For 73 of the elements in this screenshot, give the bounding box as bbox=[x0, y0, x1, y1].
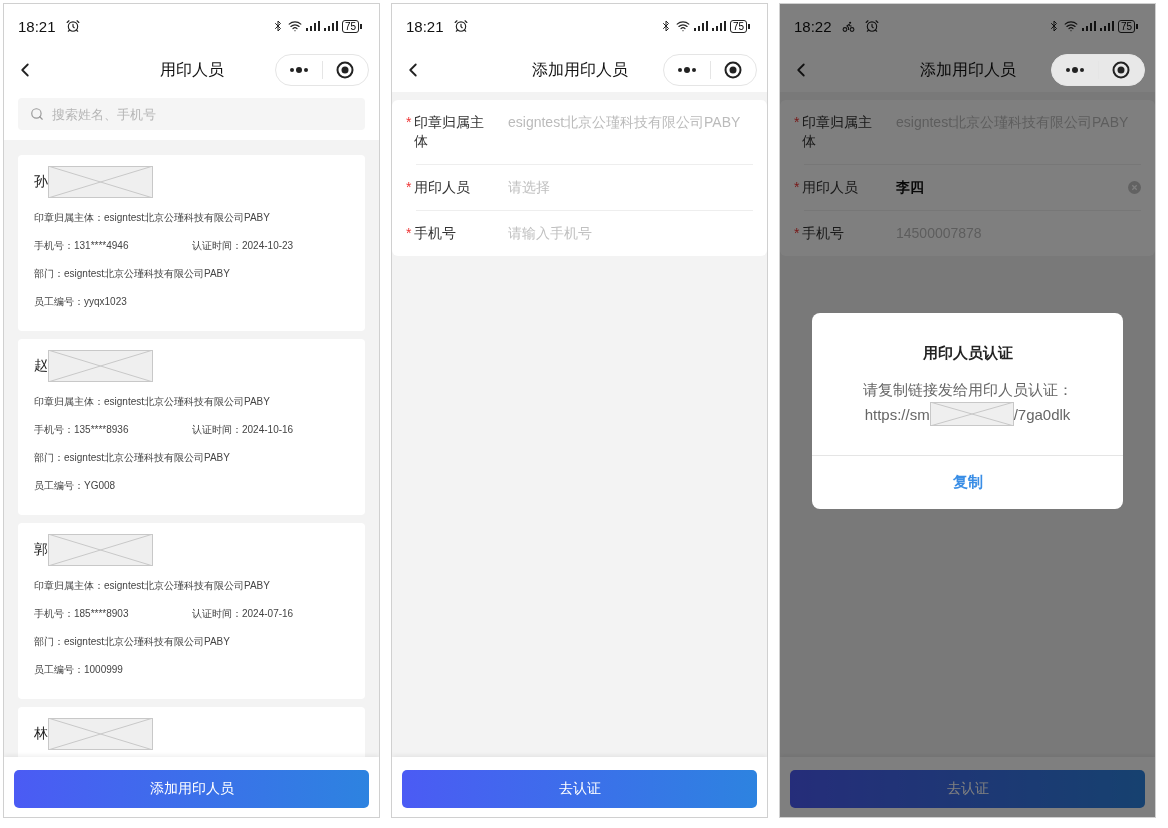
dialog-message: 请复制链接发给用印人员认证： bbox=[862, 381, 1073, 400]
search-icon bbox=[30, 107, 44, 121]
primary-button[interactable]: 去认证 bbox=[402, 770, 757, 808]
wifi-icon bbox=[1063, 19, 1078, 33]
person-card[interactable]: 孙 印章归属主体：esigntest北京公瑾科技有限公司PABY 手机号：131****4946 认证时间：2024-10-23 部门：esigntest北京公瑾科技有限公司PABY 员工编号：yyqx1023 bbox=[18, 155, 365, 331]
required-mark: * bbox=[406, 224, 412, 243]
required-mark: * bbox=[794, 178, 800, 197]
alarm-icon bbox=[65, 19, 80, 33]
field-label: 印章归属主体 bbox=[414, 113, 486, 151]
more-icon[interactable] bbox=[676, 67, 697, 73]
signal-icon bbox=[323, 21, 338, 31]
more-icon[interactable] bbox=[288, 67, 309, 73]
page-title: 用印人员 bbox=[159, 59, 224, 80]
battery-level: 75 bbox=[341, 19, 359, 33]
department: 部门：esigntest北京公瑾科技有限公司PABY bbox=[34, 635, 230, 649]
person-card[interactable]: 郭 印章归属主体：esigntest北京公瑾科技有限公司PABY 手机号：185****8903 认证时间：2024-07-16 部门：esigntest北京公瑾科技有限公司PABY 员工编号：1000999 bbox=[18, 523, 365, 699]
certified-date: 认证时间：2024-10-16 bbox=[192, 423, 294, 437]
seal-entity: 印章归属主体：esigntest北京公瑾科技有限公司PABY bbox=[34, 211, 270, 225]
seal-entity: 印章归属主体：esigntest北京公瑾科技有限公司PABY bbox=[34, 579, 270, 593]
wifi-icon bbox=[287, 19, 302, 33]
person-name: 赵 bbox=[34, 357, 48, 375]
employee-number: 员工编号：yyqx1023 bbox=[34, 295, 127, 309]
person-name: 孙 bbox=[34, 173, 48, 191]
dialog-title: 用印人员认证 bbox=[922, 344, 1013, 363]
employee-number: 员工编号：1000999 bbox=[34, 663, 123, 677]
status-time: 18:22 bbox=[794, 17, 832, 35]
required-mark: * bbox=[794, 224, 800, 243]
field-label: 用印人员 bbox=[414, 178, 471, 197]
required-mark: * bbox=[406, 178, 412, 197]
alarm-icon bbox=[864, 19, 879, 33]
field-label: 印章归属主体 bbox=[802, 113, 874, 151]
signal-icon bbox=[1099, 21, 1114, 31]
field-label: 手机号 bbox=[414, 224, 457, 243]
seal-entity: 印章归属主体：esigntest北京公瑾科技有限公司PABY bbox=[34, 395, 270, 409]
field-label: 用印人员 bbox=[802, 178, 859, 197]
person-card[interactable]: 林 bbox=[18, 707, 365, 757]
department: 部门：esigntest北京公瑾科技有限公司PABY bbox=[34, 451, 230, 465]
field-value[interactable]: 李四 bbox=[882, 178, 1128, 197]
wifi-icon bbox=[675, 19, 690, 33]
required-mark: * bbox=[794, 113, 800, 132]
primary-button[interactable]: 去认证 bbox=[790, 770, 1145, 808]
link-text: https://sm bbox=[864, 405, 930, 423]
primary-button[interactable]: 添加用印人员 bbox=[14, 770, 369, 808]
signal-icon bbox=[711, 21, 726, 31]
certified-date: 认证时间：2024-10-23 bbox=[192, 239, 294, 253]
more-icon[interactable] bbox=[1064, 67, 1085, 73]
page-title: 添加用印人员 bbox=[919, 59, 1016, 80]
status-time: 18:21 bbox=[18, 17, 56, 35]
battery-level: 75 bbox=[729, 19, 747, 33]
field-label: 手机号 bbox=[802, 224, 845, 243]
phone-number: 手机号：131****4946 bbox=[34, 239, 130, 253]
phone-number: 手机号：135****8936 bbox=[34, 423, 130, 437]
battery-level: 75 bbox=[1117, 19, 1135, 33]
certified-date: 认证时间：2024-07-16 bbox=[192, 607, 294, 621]
signal-icon bbox=[1081, 21, 1096, 31]
signal-icon bbox=[305, 21, 320, 31]
required-mark: * bbox=[406, 113, 412, 132]
input-field[interactable]: 请输入手机号 bbox=[508, 224, 753, 243]
alarm-icon bbox=[453, 19, 468, 33]
link-text: /7ga0dlk bbox=[1013, 405, 1071, 423]
status-time: 18:21 bbox=[406, 17, 444, 35]
person-name: 林 bbox=[34, 725, 48, 743]
person-card[interactable]: 赵 印章归属主体：esigntest北京公瑾科技有限公司PABY 手机号：135****8936 认证时间：2024-10-16 部门：esigntest北京公瑾科技有限公司PABY 员工编号：YG008 bbox=[18, 339, 365, 515]
employee-number: 员工编号：YG008 bbox=[34, 479, 116, 493]
input-field[interactable]: 请选择 bbox=[508, 178, 753, 197]
copy-button[interactable]: 复制 bbox=[812, 455, 1123, 509]
page-title: 添加用印人员 bbox=[531, 59, 628, 80]
person-name: 郭 bbox=[34, 541, 48, 559]
department: 部门：esigntest北京公瑾科技有限公司PABY bbox=[34, 267, 230, 281]
phone-number: 手机号：185****8903 bbox=[34, 607, 130, 621]
signal-icon bbox=[693, 21, 708, 31]
field-value: esigntest北京公瑾科技有限公司PABY bbox=[507, 113, 742, 132]
search-field[interactable]: 搜索姓名、手机号 bbox=[18, 98, 365, 130]
